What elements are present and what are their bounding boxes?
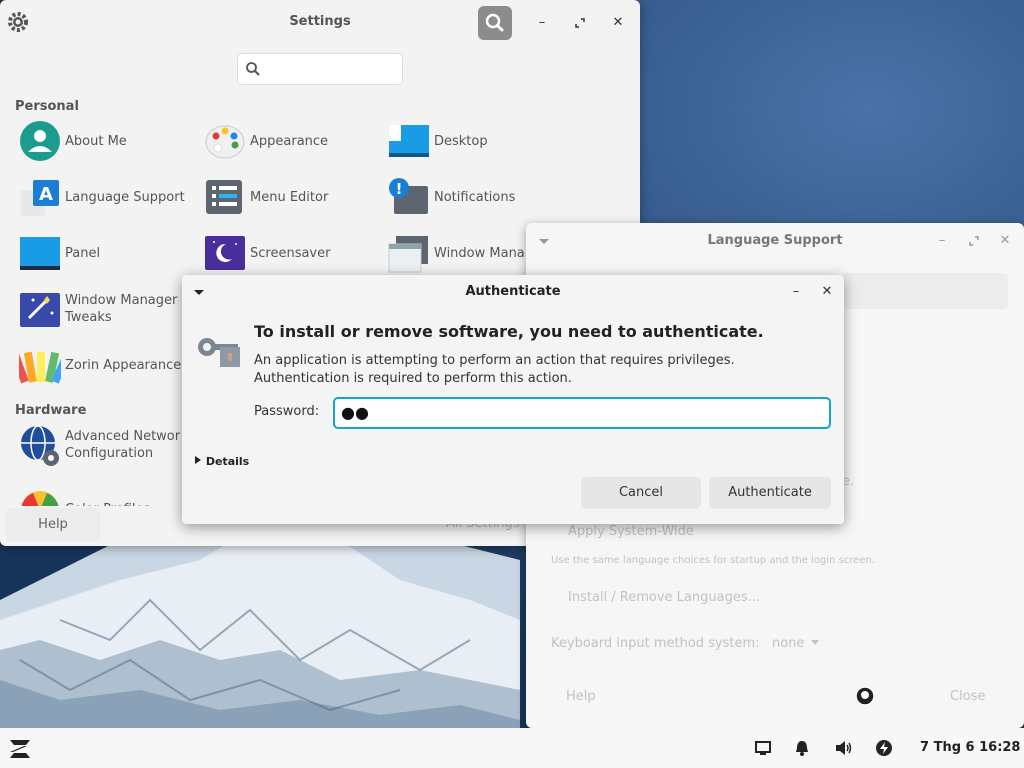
item-label: Notifications <box>434 189 516 205</box>
hardware-section-label: Hardware <box>15 403 87 418</box>
settings-item-window-manager-tweaks[interactable]: Window Manager Tweaks <box>19 284 199 334</box>
settings-item-menu-editor[interactable]: Menu Editor <box>204 172 384 222</box>
item-label: Menu Editor <box>250 189 329 205</box>
settings-item-panel[interactable]: Panel <box>19 228 199 278</box>
password-field[interactable]: ●● <box>333 397 831 429</box>
desktop-icon <box>389 125 429 157</box>
maximize-button[interactable] <box>568 11 592 35</box>
maximize-icon <box>575 18 585 28</box>
auth-description: An application is attempting to perform … <box>254 353 735 386</box>
settings-item-appearance[interactable]: Appearance <box>204 116 384 166</box>
workspace-icon[interactable] <box>751 736 775 760</box>
item-label: Panel <box>65 245 101 261</box>
network-icon <box>21 425 59 466</box>
item-label: Desktop <box>434 133 488 149</box>
settings-item-notifications[interactable]: ! Notifications <box>388 172 568 222</box>
settings-item-advanced-network[interactable]: Advanced Networ Configuration <box>19 420 184 470</box>
window-tweaks-icon <box>20 293 60 327</box>
item-label: Advanced Networ Configuration <box>65 429 181 461</box>
selected-tab[interactable] <box>842 273 1008 309</box>
minimize-button[interactable]: – <box>930 229 954 253</box>
menu-editor-icon <box>206 180 242 214</box>
authenticate-dialog: Authenticate – ✕ To install or remove so… <box>182 275 844 524</box>
palette-icon <box>205 125 245 159</box>
help-button[interactable]: Help <box>566 689 596 704</box>
auth-heading: To install or remove software, you need … <box>254 322 764 341</box>
section-divider <box>12 93 628 95</box>
keyboard-input-label: Keyboard input method system: <box>551 636 760 651</box>
power-icon[interactable] <box>872 736 896 760</box>
item-label: Zorin Appearance <box>65 357 182 373</box>
settings-item-zorin-appearance[interactable]: Zorin Appearance <box>19 340 199 390</box>
item-label: Window Mana <box>434 245 525 261</box>
cursor-icon <box>855 686 875 706</box>
color-profiles-icon <box>21 491 59 506</box>
close-button[interactable]: ✕ <box>815 280 839 304</box>
cancel-button[interactable]: Cancel <box>581 477 701 509</box>
keyboard-input-select[interactable]: none <box>772 636 821 651</box>
search-toggle-button[interactable] <box>478 6 512 40</box>
taskbar: 7 Thg 6 16:28 <box>0 728 1024 768</box>
close-button[interactable]: ✕ <box>993 229 1017 253</box>
minimize-button[interactable]: – <box>530 11 554 35</box>
settings-item-desktop[interactable]: Desktop <box>388 116 568 166</box>
item-label: About Me <box>65 133 127 149</box>
item-label: Appearance <box>250 133 329 149</box>
details-expander[interactable]: Details <box>194 455 249 468</box>
authenticate-button[interactable]: Authenticate <box>709 477 831 509</box>
item-label: Screensaver <box>250 245 331 261</box>
settings-item-screensaver[interactable]: Screensaver <box>204 228 384 278</box>
search-input[interactable] <box>268 60 396 80</box>
search-icon <box>485 13 504 32</box>
svg-text:A: A <box>39 184 53 205</box>
language-note: Use the same language choices for startu… <box>551 555 875 566</box>
chevron-down-icon <box>810 640 819 645</box>
user-icon <box>20 121 60 161</box>
close-text-button[interactable]: Close <box>950 689 985 704</box>
settings-item-window-manager[interactable]: Window Mana <box>388 228 528 278</box>
chevron-right-icon <box>195 456 201 464</box>
password-label: Password: <box>254 404 320 419</box>
zorin-menu-icon[interactable] <box>7 736 33 762</box>
settings-item-color-profiles[interactable]: Color Profiles <box>19 476 199 506</box>
window-manager-icon <box>388 236 428 273</box>
apply-system-wide-button[interactable]: Apply System-Wide <box>568 524 694 539</box>
search-field[interactable] <box>237 53 403 85</box>
zorin-appearance-icon <box>19 351 61 384</box>
panel-icon <box>20 237 60 270</box>
dialog-title: Authenticate <box>465 284 561 299</box>
volume-icon[interactable] <box>832 736 856 760</box>
search-icon <box>246 62 260 76</box>
bell-icon[interactable] <box>790 736 814 760</box>
personal-section-label: Personal <box>15 99 79 114</box>
settings-item-about-me[interactable]: About Me <box>19 116 199 166</box>
item-label: Color Profiles <box>65 484 150 507</box>
settings-item-language-support[interactable]: A Language Support <box>19 172 199 222</box>
maximize-button[interactable] <box>962 229 986 253</box>
svg-text:!: ! <box>396 180 403 198</box>
screensaver-icon <box>205 236 245 270</box>
key-icon <box>198 338 240 367</box>
clock[interactable]: 7 Thg 6 16:28 <box>920 728 1020 768</box>
help-button[interactable]: Help <box>6 508 100 542</box>
language-icon: A <box>21 180 59 216</box>
item-label: Window Manager Tweaks <box>65 293 178 325</box>
install-remove-languages-button[interactable]: Install / Remove Languages... <box>568 590 760 605</box>
minimize-button[interactable]: – <box>784 280 808 304</box>
item-label: Language Support <box>65 189 185 205</box>
maximize-icon <box>969 236 979 246</box>
notification-icon: ! <box>389 178 428 214</box>
close-button[interactable]: ✕ <box>606 11 630 35</box>
